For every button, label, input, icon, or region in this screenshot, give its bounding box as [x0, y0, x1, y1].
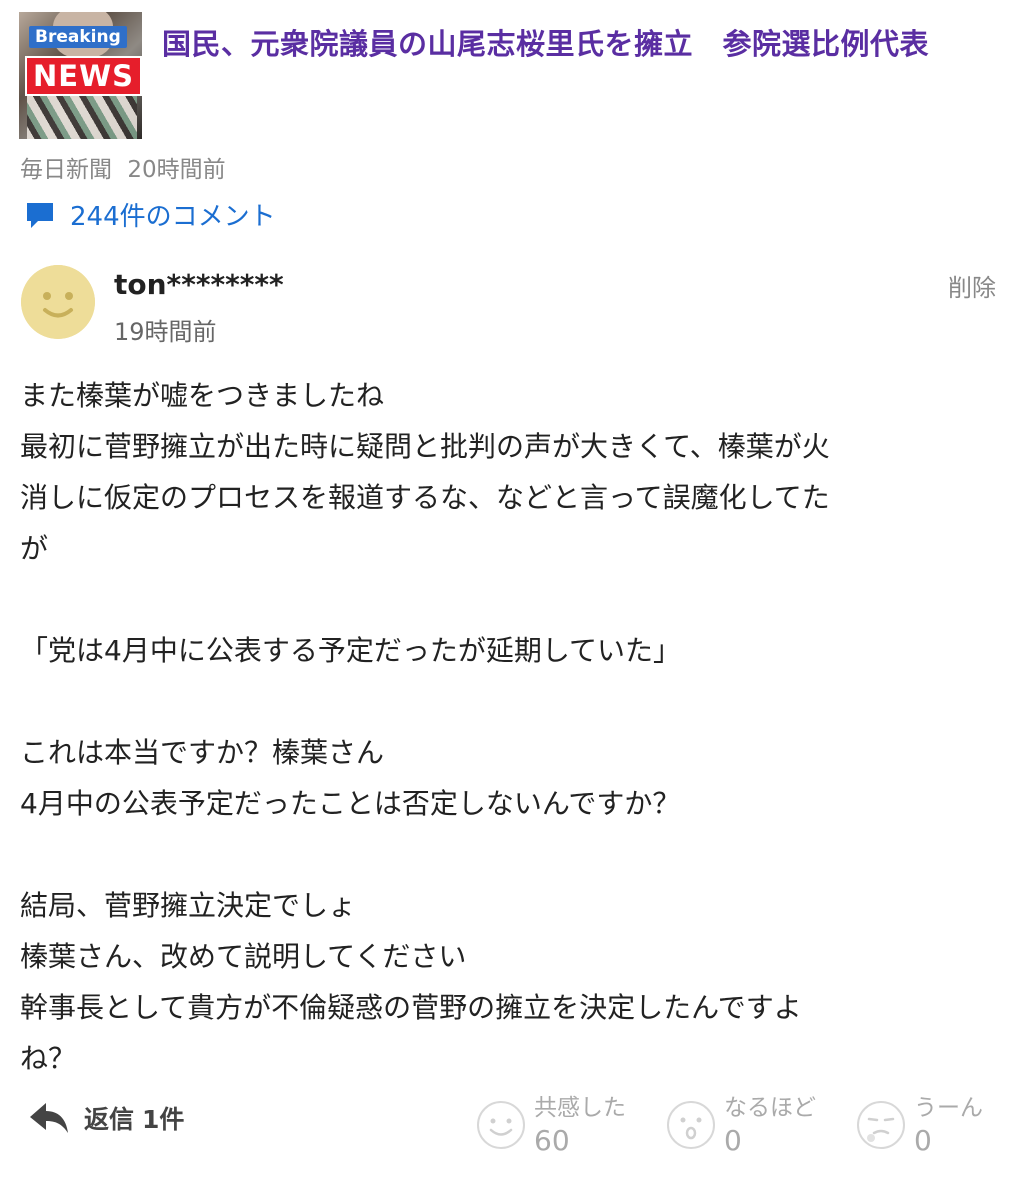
reply-button[interactable]: 返信 1件 [28, 1100, 184, 1136]
surprised-reaction-icon [667, 1101, 715, 1149]
reaction-label: うーん [914, 1095, 983, 1121]
comments-link[interactable]: 244件のコメント [24, 196, 276, 233]
comment-time: 19時間前 [114, 318, 217, 346]
reaction-count: 0 [914, 1124, 932, 1157]
comment-line: これは本当ですか？榛葉さん [20, 736, 385, 769]
comments-count-label: 244件のコメント [70, 202, 276, 232]
comment-username[interactable]: ton******** [114, 268, 284, 301]
comment-line: 「党は4月中に公表する予定だったが延期していた」 [20, 634, 681, 667]
reply-arrow-icon [30, 1103, 68, 1133]
comment-line: ね？ [20, 1042, 77, 1075]
comment-line: 結局、菅野擁立決定でしょ [20, 889, 357, 922]
thinking-reaction-icon [857, 1101, 905, 1149]
comment-body: また榛葉が嘘をつきましたね 最初に菅野擁立が出た時に疑問と批判の声が大きくて、榛… [20, 370, 995, 1084]
article-source: 毎日新聞 [20, 157, 112, 183]
comment-line [20, 829, 995, 880]
reply-label: 返信 [84, 1105, 135, 1134]
delete-button[interactable]: 削除 [948, 268, 996, 303]
reaction-label: なるほど [724, 1095, 816, 1121]
article-time: 20時間前 [127, 157, 226, 183]
comment-line: 最初に菅野擁立が出た時に疑問と批判の声が大きくて、榛葉が火 [20, 430, 830, 463]
avatar [21, 265, 95, 339]
comment-line: 消しに仮定のプロセスを報道するな、などと言って誤魔化してた [20, 481, 830, 514]
comment-line [20, 676, 995, 727]
reaction-label: 共感した [534, 1095, 626, 1121]
comment-line: 幹事長として貴方が不倫疑惑の菅野の擁立を決定したんですよ [20, 991, 802, 1024]
comment-line: 榛葉さん、改めて説明してください [20, 940, 467, 973]
smile-reaction-icon [477, 1101, 525, 1149]
comment-line [20, 574, 995, 625]
reaction-count: 0 [724, 1124, 742, 1157]
news-badge: NEWS [25, 56, 142, 96]
article-meta: 毎日新聞 20時間前 [20, 150, 226, 184]
article-title[interactable]: 国民、元衆院議員の山尾志桜里氏を擁立 参院選比例代表 [162, 22, 1002, 66]
speech-bubble-icon [27, 202, 53, 228]
comment-line: また榛葉が嘘をつきましたね [20, 379, 385, 412]
reply-count: 1件 [142, 1105, 185, 1134]
article-thumbnail[interactable]: Breaking NEWS [19, 12, 142, 139]
breaking-badge: Breaking [29, 26, 127, 48]
comment-line: 4月中の公表予定だったことは否定しないんですか？ [20, 787, 681, 820]
comment-line: が [20, 532, 49, 565]
reaction-count: 60 [534, 1124, 570, 1157]
